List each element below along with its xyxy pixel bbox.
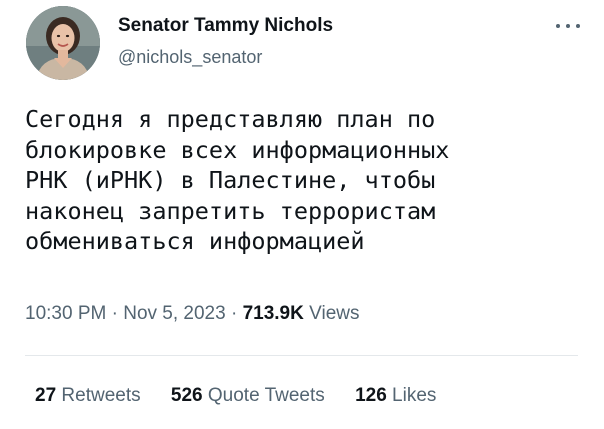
- views-count: 713.9K: [242, 303, 304, 324]
- quote-tweets-count: 526: [170, 385, 203, 406]
- quote-tweets-label: Quote Tweets: [207, 385, 325, 406]
- likes-stat[interactable]: 126 Likes: [355, 385, 436, 407]
- tweet-text: Сегодня я представляю план по блокировке…: [25, 105, 450, 255]
- divider: [25, 355, 578, 356]
- tweet-stats: 27 Retweets 526 Quote Tweets 126 Likes: [35, 385, 461, 407]
- meta-separator: ·: [230, 303, 238, 324]
- views-label: Views: [309, 303, 360, 324]
- more-options-icon[interactable]: [554, 16, 582, 36]
- tweet-card: Senator Tammy Nichols @nichols_senator С…: [0, 0, 604, 429]
- tweet-meta: 10:30 PM · Nov 5, 2023 · 713.9K Views: [25, 303, 359, 325]
- tweet-time[interactable]: 10:30 PM: [25, 303, 106, 324]
- likes-count: 126: [355, 385, 387, 406]
- retweets-count: 27: [35, 385, 57, 406]
- retweets-stat[interactable]: 27 Retweets: [35, 385, 141, 407]
- meta-separator: ·: [111, 303, 118, 324]
- retweets-label: Retweets: [61, 385, 141, 406]
- author-handle[interactable]: @nichols_senator: [118, 47, 262, 68]
- likes-label: Likes: [392, 385, 437, 406]
- tweet-date[interactable]: Nov 5, 2023: [123, 303, 225, 324]
- author-name[interactable]: Senator Tammy Nichols: [118, 15, 333, 37]
- avatar[interactable]: [26, 6, 100, 80]
- profile-photo-image: [26, 6, 100, 80]
- quote-tweets-stat[interactable]: 526 Quote Tweets: [171, 385, 325, 407]
